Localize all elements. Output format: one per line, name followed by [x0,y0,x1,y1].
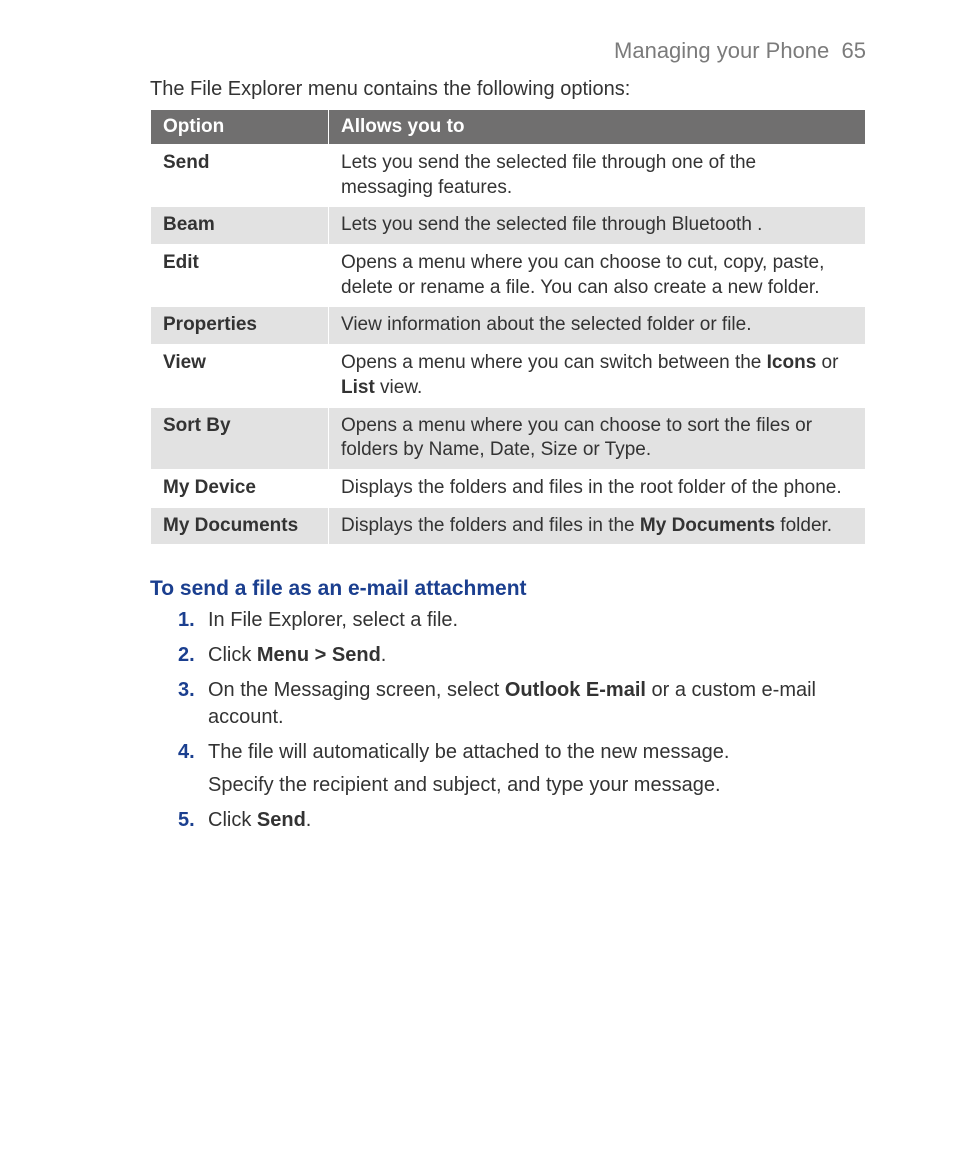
section-heading: To send a file as an e-mail attachment [150,577,866,601]
list-item: 3. On the Messaging screen, select Outlo… [178,677,866,731]
cell-option: Edit [151,245,329,307]
table-row: Send Lets you send the selected file thr… [151,145,866,207]
options-table: Option Allows you to Send Lets you send … [150,109,866,545]
table-row: Properties View information about the se… [151,307,866,345]
cell-allows: Lets you send the selected file through … [329,207,866,245]
table-row: My Device Displays the folders and files… [151,469,866,507]
step-number: 2. [178,642,195,669]
cell-option: Sort By [151,407,329,469]
cell-option: Properties [151,307,329,345]
step-number: 5. [178,807,195,834]
step-text: On the Messaging screen, select Outlook … [208,679,816,728]
list-item: 1. In File Explorer, select a file. [178,607,866,634]
table-row: Sort By Opens a menu where you can choos… [151,407,866,469]
cell-option: My Device [151,469,329,507]
step-extra-text: Specify the recipient and subject, and t… [208,772,866,799]
list-item: 2. Click Menu > Send. [178,642,866,669]
cell-allows: Opens a menu where you can choose to cut… [329,245,866,307]
list-item: 4. The file will automatically be attach… [178,739,866,799]
step-text: The file will automatically be attached … [208,741,729,763]
step-text: In File Explorer, select a file. [208,609,458,631]
step-number: 1. [178,607,195,634]
table-header-allows: Allows you to [329,110,866,145]
list-item: 5. Click Send. [178,807,866,834]
table-row: View Opens a menu where you can switch b… [151,345,866,407]
table-header-option: Option [151,110,329,145]
cell-option: Beam [151,207,329,245]
table-row: Beam Lets you send the selected file thr… [151,207,866,245]
cell-allows: Lets you send the selected file through … [329,145,866,207]
cell-allows: Opens a menu where you can choose to sor… [329,407,866,469]
step-text: Click Send. [208,809,311,831]
table-row: My Documents Displays the folders and fi… [151,507,866,545]
steps-list: 1. In File Explorer, select a file. 2. C… [150,607,866,834]
cell-allows: Opens a menu where you can switch betwee… [329,345,866,407]
step-number: 4. [178,739,195,766]
cell-option: Send [151,145,329,207]
cell-option: My Documents [151,507,329,545]
cell-allows: Displays the folders and files in the My… [329,507,866,545]
cell-option: View [151,345,329,407]
intro-paragraph: The File Explorer menu contains the foll… [150,78,866,101]
page-header: Managing your Phone 65 [150,38,866,64]
step-number: 3. [178,677,195,704]
cell-allows: View information about the selected fold… [329,307,866,345]
table-row: Edit Opens a menu where you can choose t… [151,245,866,307]
cell-allows: Displays the folders and files in the ro… [329,469,866,507]
page-number: 65 [842,38,866,63]
section-title: Managing your Phone [614,38,829,63]
step-text: Click Menu > Send. [208,644,386,666]
